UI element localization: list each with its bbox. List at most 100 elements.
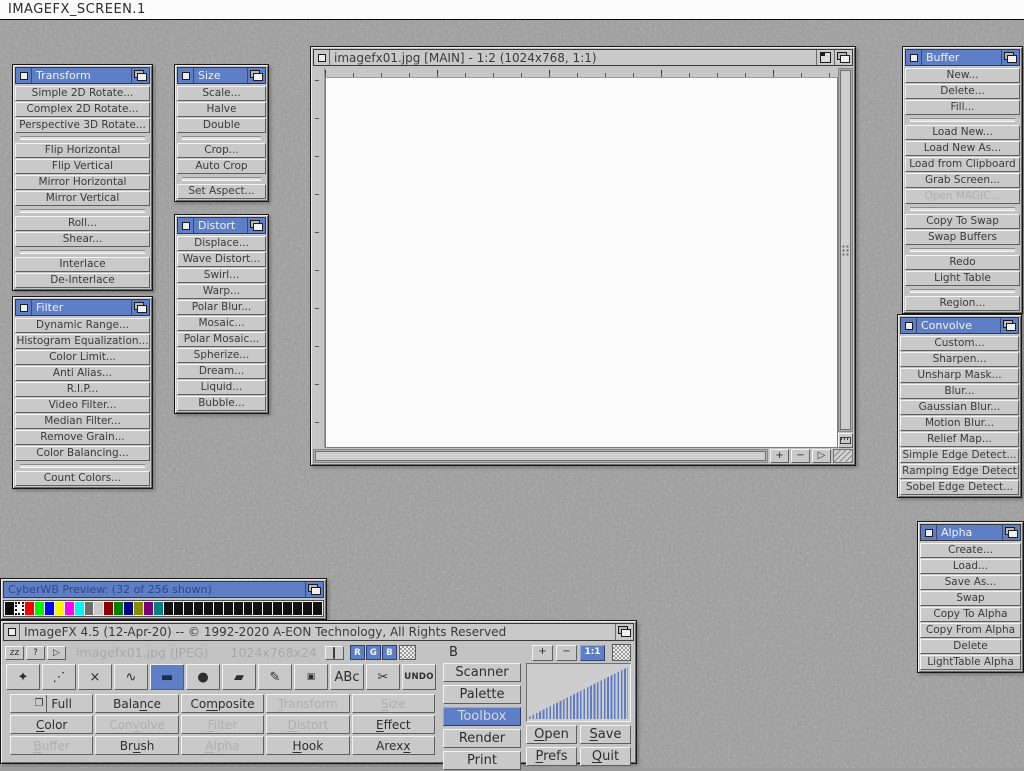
depth-gadget[interactable] (1001, 50, 1019, 65)
blue-channel-toggle[interactable]: B (382, 645, 397, 660)
panel-button[interactable]: Copy From Alpha (920, 623, 1021, 638)
depth-gadget[interactable] (247, 68, 265, 83)
panel-button[interactable]: Sharpen... (900, 352, 1019, 367)
close-gadget[interactable] (901, 318, 917, 333)
color-swatch[interactable] (94, 602, 103, 615)
panel-button[interactable]: Swap (920, 591, 1021, 606)
panel-button[interactable]: R.I.P... (15, 382, 150, 397)
help-button[interactable]: ? (26, 646, 45, 660)
point-tool[interactable]: ✦ (6, 664, 40, 690)
arexx-button[interactable]: Arexx (352, 736, 435, 755)
panel-button[interactable]: Crop... (177, 143, 266, 158)
transform-titlebar[interactable]: Transform (15, 67, 150, 84)
color-swatch[interactable] (234, 602, 243, 615)
panel-button[interactable]: Load New As... (905, 141, 1020, 156)
alpha-checker-swatch[interactable] (399, 645, 416, 660)
color-swatch[interactable] (45, 602, 54, 615)
depth-gadget[interactable] (131, 68, 149, 83)
panel-button[interactable]: Delete... (905, 84, 1020, 99)
color-swatch[interactable] (25, 602, 34, 615)
polygon-tool[interactable]: ▰ (222, 664, 256, 690)
color-swatch[interactable] (154, 602, 163, 615)
depth-gadget[interactable] (615, 624, 633, 640)
distort-titlebar[interactable]: Distort (177, 217, 266, 234)
freehand-tool[interactable]: ✎ (258, 664, 292, 690)
color-swatch[interactable] (214, 602, 223, 615)
panel-button[interactable]: Halve (177, 102, 266, 117)
depth-gadget[interactable] (1000, 318, 1018, 333)
size-titlebar[interactable]: Size (177, 67, 266, 84)
composite-button[interactable]: Composite (181, 694, 264, 713)
depth-gadget[interactable] (834, 50, 852, 65)
panel-button[interactable]: Spherize... (177, 348, 266, 363)
pan-button[interactable]: ▷ (812, 449, 831, 463)
panel-button[interactable]: Swap Buffers (905, 230, 1020, 245)
color-swatch[interactable] (313, 602, 322, 615)
panel-button[interactable]: Scale... (177, 86, 266, 101)
scanner-button[interactable]: Scanner (443, 663, 521, 682)
undo-button[interactable]: UNDO (402, 664, 436, 690)
panel-button[interactable]: Dynamic Range... (15, 318, 150, 333)
color-swatch[interactable] (283, 602, 292, 615)
render-button[interactable]: Render (443, 729, 521, 748)
panel-button[interactable]: Fill... (905, 100, 1020, 115)
panel-button[interactable]: Perspective 3D Rotate... (15, 118, 150, 133)
panel-button[interactable]: Load... (920, 559, 1021, 574)
zoom-out-button[interactable]: − (556, 645, 577, 661)
convolve-button[interactable]: Convolve (95, 715, 178, 734)
panel-button[interactable]: Copy To Swap (905, 214, 1020, 229)
panel-button[interactable]: Count Colors... (15, 471, 150, 486)
panel-button[interactable]: Simple Edge Detect... (900, 448, 1019, 463)
brush-button[interactable]: Brush (95, 736, 178, 755)
panel-button[interactable]: Displace... (177, 236, 266, 251)
depth-gadget[interactable] (1002, 525, 1020, 540)
panel-button[interactable]: Set Aspect... (177, 184, 266, 199)
color-swatch[interactable] (194, 602, 203, 615)
line-tool[interactable]: × (78, 664, 112, 690)
panel-button[interactable]: Motion Blur... (900, 416, 1019, 431)
panel-button[interactable]: LightTable Alpha (920, 655, 1021, 670)
color-swatch[interactable] (124, 602, 133, 615)
color-swatch[interactable] (35, 602, 44, 615)
color-swatch[interactable] (134, 602, 143, 615)
buffer-titlebar[interactable]: Buffer (905, 49, 1020, 66)
save-button[interactable]: Save (580, 725, 631, 744)
buffer-button[interactable]: Buffer (10, 736, 93, 755)
color-swatch[interactable] (85, 602, 94, 615)
image-canvas[interactable] (325, 78, 838, 448)
color-swatch[interactable] (273, 602, 282, 615)
panel-button[interactable]: Mirror Vertical (15, 191, 150, 206)
horizontal-scrollbar[interactable] (313, 449, 768, 463)
panel-button[interactable]: Custom... (900, 336, 1019, 351)
panel-button[interactable]: Interlace (15, 257, 150, 272)
iconify-button[interactable]: zz (5, 646, 24, 660)
panel-button[interactable]: Delete (920, 639, 1021, 654)
color-swatch[interactable] (184, 602, 193, 615)
panel-button[interactable]: Flip Horizontal (15, 143, 150, 158)
palette-preview-titlebar[interactable]: CyberWB Preview: (32 of 256 shown) (3, 581, 324, 598)
depth-gadget[interactable] (131, 300, 149, 315)
color-swatch[interactable] (164, 602, 173, 615)
color-swatch[interactable] (253, 602, 262, 615)
vertical-scrollbar[interactable] (838, 68, 853, 432)
panel-button[interactable]: Redo (905, 255, 1020, 270)
panel-button[interactable]: Load New... (905, 125, 1020, 140)
close-gadget[interactable] (178, 68, 194, 83)
color-swatch[interactable] (263, 602, 272, 615)
color-swatch[interactable] (15, 602, 24, 615)
airbrush-tool[interactable]: ⋰ (42, 664, 76, 690)
convolve-titlebar[interactable]: Convolve (900, 317, 1019, 334)
distort-button[interactable]: Distort (266, 715, 349, 734)
color-swatch[interactable] (114, 602, 123, 615)
color-swatch[interactable] (293, 602, 302, 615)
prefs-button[interactable]: Prefs (526, 747, 577, 766)
panel-button[interactable]: Dream... (177, 364, 266, 379)
panel-button[interactable]: Mirror Horizontal (15, 175, 150, 190)
panel-button[interactable]: Light Table (905, 271, 1020, 286)
toolbox-button[interactable]: Toolbox (443, 707, 521, 726)
panel-button[interactable]: Histogram Equalization... (15, 334, 150, 349)
close-gadget[interactable] (16, 68, 32, 83)
close-gadget[interactable] (906, 50, 922, 65)
alpha-titlebar[interactable]: Alpha (920, 524, 1021, 541)
panel-button[interactable]: Sobel Edge Detect... (900, 480, 1019, 495)
